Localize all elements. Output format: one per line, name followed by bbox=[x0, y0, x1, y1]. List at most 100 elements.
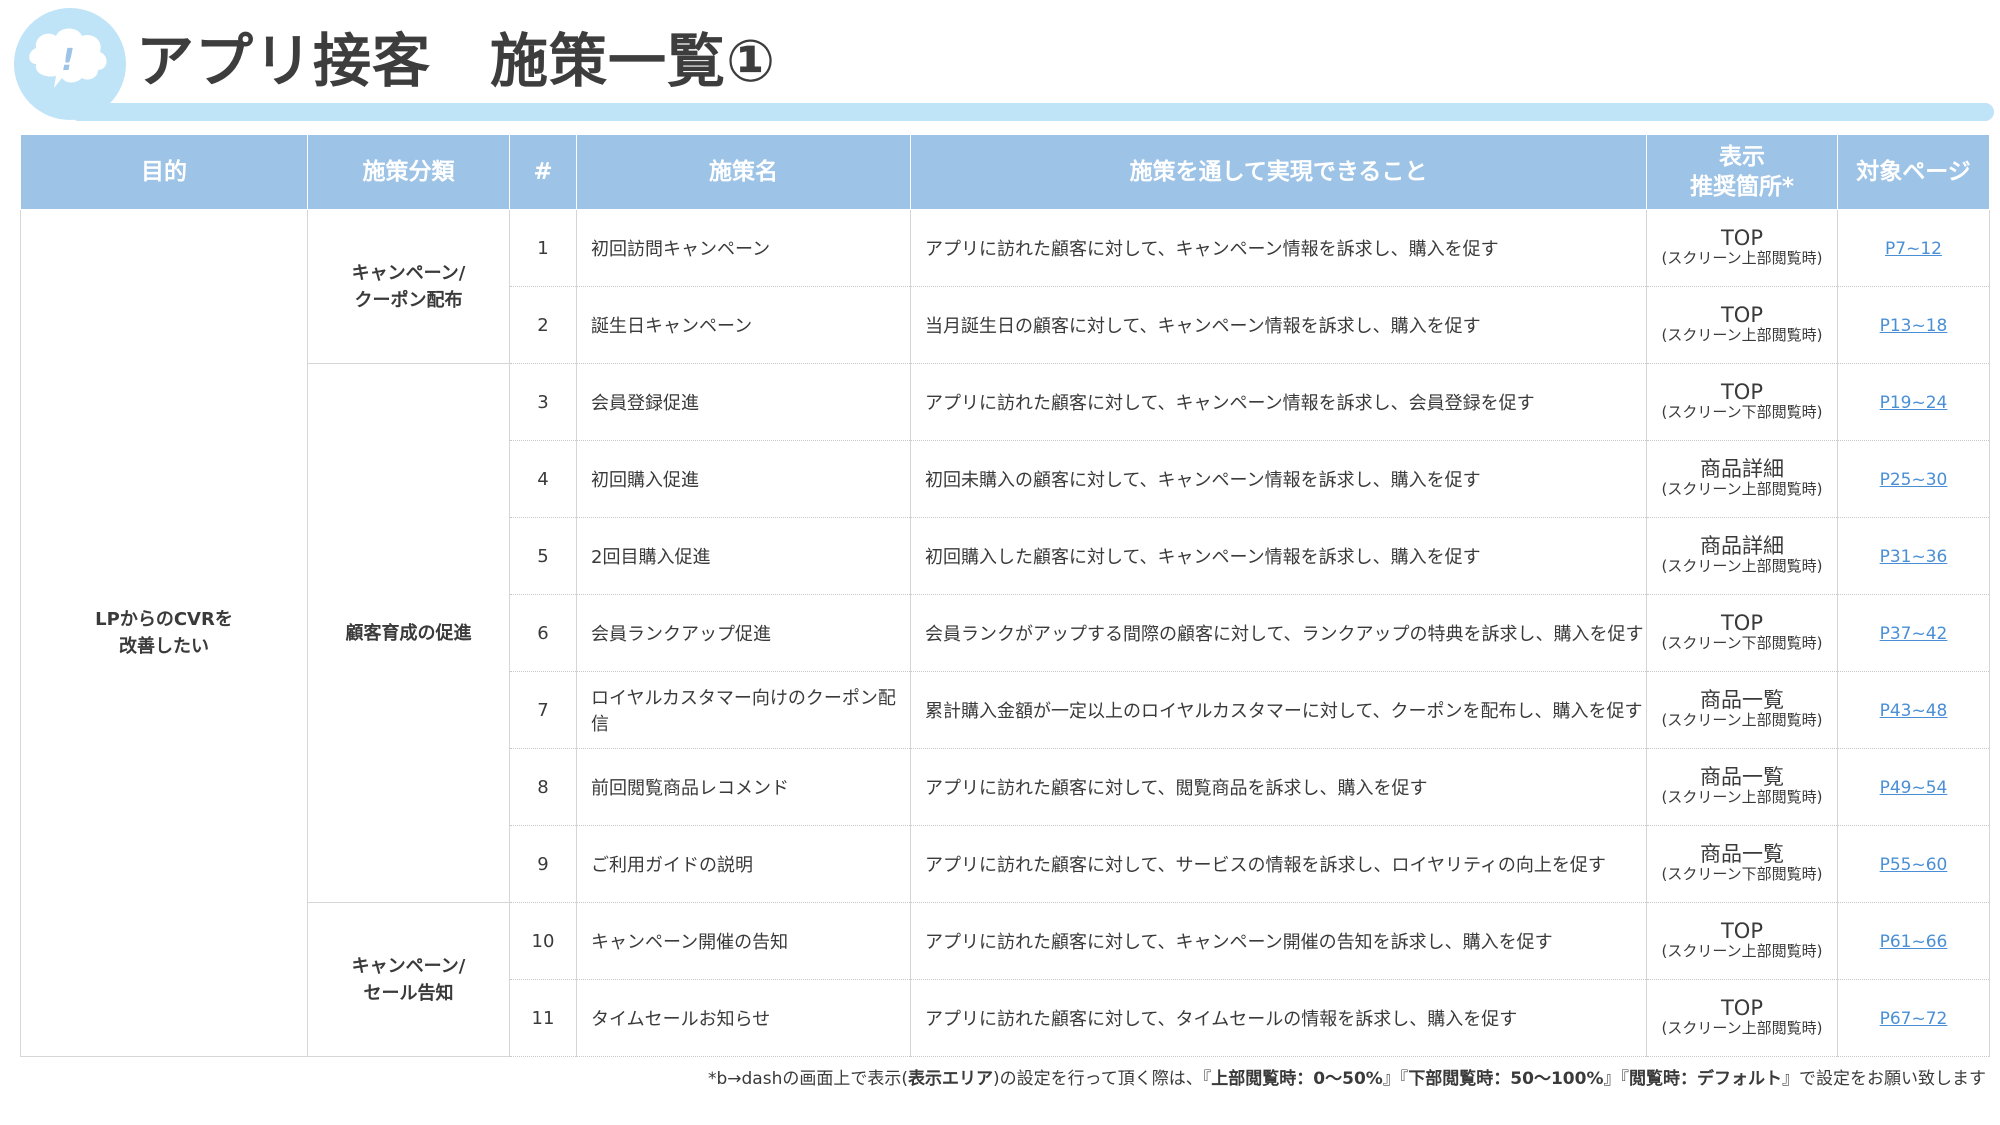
location-main: 商品一覧 bbox=[1700, 842, 1784, 866]
target-page-link[interactable]: P67~72 bbox=[1880, 1009, 1948, 1029]
header-category: 施策分類 bbox=[307, 134, 510, 210]
footnote-bold: 表示エリア bbox=[907, 1069, 993, 1089]
location-main: TOP bbox=[1720, 226, 1764, 250]
location-sub: (スクリーン上部閲覧時) bbox=[1661, 557, 1823, 575]
measure-name: 会員ランクアップ促進 bbox=[576, 594, 911, 672]
table-body: LPからのCVRを 改善したい キャンペーン/ クーポン配布 1 初回訪問キャンペーン… bbox=[20, 209, 1990, 1057]
category-cell: キャンペーン/ クーポン配布 bbox=[307, 209, 510, 364]
recommended-location: TOP (スクリーン上部閲覧時) bbox=[1646, 902, 1838, 980]
recommended-location: TOP (スクリーン上部閲覧時) bbox=[1646, 286, 1838, 364]
row-number: 6 bbox=[509, 594, 577, 672]
category-cell: 顧客育成の促進 bbox=[307, 363, 510, 903]
measure-name: キャンペーン開催の告知 bbox=[576, 902, 911, 980]
purpose-cell: LPからのCVRを 改善したい bbox=[20, 209, 308, 1057]
target-page-cell: P31~36 bbox=[1837, 517, 1990, 595]
header-description: 施策を通して実現できること bbox=[910, 134, 1647, 210]
row-number: 8 bbox=[509, 748, 577, 826]
target-page-link[interactable]: P31~36 bbox=[1880, 547, 1948, 567]
recommended-location: 商品一覧 (スクリーン下部閲覧時) bbox=[1646, 825, 1838, 903]
measure-name: タイムセールお知らせ bbox=[576, 979, 911, 1057]
location-main: 商品一覧 bbox=[1700, 688, 1784, 712]
measure-name: 2回目購入促進 bbox=[576, 517, 911, 595]
measure-name: ご利用ガイドの説明 bbox=[576, 825, 911, 903]
measure-description: 累計購入金額が一定以上のロイヤルカスタマーに対して、クーポンを配布し、購入を促す bbox=[910, 671, 1647, 749]
target-page-link[interactable]: P61~66 bbox=[1880, 932, 1948, 952]
page-header: ! アプリ接客 施策一覧① bbox=[0, 0, 2000, 125]
footnote-text: )の設定を行って頂く際は、『 bbox=[992, 1069, 1212, 1089]
measure-name: 会員登録促進 bbox=[576, 363, 911, 441]
footnote: *b→dashの画面上で表示(表示エリア)の設定を行って頂く際は、『上部閲覧時：… bbox=[708, 1064, 1986, 1089]
target-page-cell: P13~18 bbox=[1837, 286, 1990, 364]
location-main: TOP bbox=[1720, 303, 1764, 327]
target-page-link[interactable]: P19~24 bbox=[1880, 393, 1948, 413]
measure-name: 前回閲覧商品レコメンド bbox=[576, 748, 911, 826]
measure-description: アプリに訪れた顧客に対して、キャンペーン情報を訴求し、会員登録を促す bbox=[910, 363, 1647, 441]
row-number: 7 bbox=[509, 671, 577, 749]
recommended-location: TOP (スクリーン下部閲覧時) bbox=[1646, 363, 1838, 441]
recommended-location: 商品詳細 (スクリーン上部閲覧時) bbox=[1646, 440, 1838, 518]
row-number: 11 bbox=[509, 979, 577, 1057]
page-title: アプリ接客 施策一覧① bbox=[136, 27, 777, 95]
location-sub: (スクリーン上部閲覧時) bbox=[1661, 942, 1823, 960]
recommended-location: TOP (スクリーン上部閲覧時) bbox=[1646, 209, 1838, 287]
location-sub: (スクリーン上部閲覧時) bbox=[1661, 711, 1823, 729]
measure-description: アプリに訪れた顧客に対して、キャンペーン情報を訴求し、購入を促す bbox=[910, 209, 1647, 287]
measure-description: アプリに訪れた顧客に対して、タイムセールの情報を訴求し、購入を促す bbox=[910, 979, 1647, 1057]
table-row: LPからのCVRを 改善したい キャンペーン/ クーポン配布 1 初回訪問キャンペーン… bbox=[20, 209, 1990, 1057]
measure-name: 初回購入促進 bbox=[576, 440, 911, 518]
location-main: TOP bbox=[1720, 919, 1764, 943]
target-page-cell: P7~12 bbox=[1837, 209, 1990, 287]
header-measure-name: 施策名 bbox=[576, 134, 911, 210]
target-page-link[interactable]: P49~54 bbox=[1880, 778, 1948, 798]
target-page-cell: P43~48 bbox=[1837, 671, 1990, 749]
table-header-row: 目的 施策分類 # 施策名 施策を通して実現できること 表示 推奨箇所* 対象ペ… bbox=[20, 134, 1990, 210]
measure-description: 初回購入した顧客に対して、キャンペーン情報を訴求し、購入を促す bbox=[910, 517, 1647, 595]
location-main: TOP bbox=[1720, 996, 1764, 1020]
target-page-cell: P55~60 bbox=[1837, 825, 1990, 903]
measure-name: ロイヤルカスタマー向けのクーポン配信 bbox=[576, 671, 911, 749]
measure-description: アプリに訪れた顧客に対して、サービスの情報を訴求し、ロイヤリティの向上を促す bbox=[910, 825, 1647, 903]
target-page-link[interactable]: P37~42 bbox=[1880, 624, 1948, 644]
table-row: キャンペーン/ セール告知 10 キャンペーン開催の告知 アプリに訪れた顧客に対して、… bbox=[21, 902, 1990, 1057]
row-number: 4 bbox=[509, 440, 577, 518]
category-cell: キャンペーン/ セール告知 bbox=[307, 902, 510, 1057]
svg-text:!: ! bbox=[61, 43, 75, 78]
target-page-link[interactable]: P43~48 bbox=[1880, 701, 1948, 721]
location-sub: (スクリーン下部閲覧時) bbox=[1661, 634, 1823, 652]
measure-description: アプリに訪れた顧客に対して、キャンペーン開催の告知を訴求し、購入を促す bbox=[910, 902, 1647, 980]
footnote-bold: 閲覧時：デフォルト bbox=[1629, 1069, 1782, 1089]
footnote-text: 』『 bbox=[1382, 1069, 1409, 1089]
target-page-link[interactable]: P13~18 bbox=[1880, 316, 1948, 336]
measures-table: 目的 施策分類 # 施策名 施策を通して実現できること 表示 推奨箇所* 対象ペ… bbox=[20, 134, 1990, 1057]
footnote-text: 』で設定をお願い致します bbox=[1782, 1069, 1986, 1089]
recommended-location: TOP (スクリーン下部閲覧時) bbox=[1646, 594, 1838, 672]
row-number: 1 bbox=[509, 209, 577, 287]
row-number: 10 bbox=[509, 902, 577, 980]
location-sub: (スクリーン上部閲覧時) bbox=[1661, 1019, 1823, 1037]
target-page-link[interactable]: P55~60 bbox=[1880, 855, 1948, 875]
row-number: 2 bbox=[509, 286, 577, 364]
header-purpose: 目的 bbox=[20, 134, 308, 210]
measure-description: 当月誕生日の顧客に対して、キャンペーン情報を訴求し、購入を促す bbox=[910, 286, 1647, 364]
header-number: # bbox=[509, 134, 577, 210]
footnote-text: 』『 bbox=[1603, 1069, 1630, 1089]
row-number: 3 bbox=[509, 363, 577, 441]
row-number: 9 bbox=[509, 825, 577, 903]
recommended-location: 商品一覧 (スクリーン上部閲覧時) bbox=[1646, 748, 1838, 826]
location-sub: (スクリーン上部閲覧時) bbox=[1661, 788, 1823, 806]
location-main: TOP bbox=[1720, 611, 1764, 635]
measure-description: アプリに訪れた顧客に対して、閲覧商品を訴求し、購入を促す bbox=[910, 748, 1647, 826]
target-page-cell: P19~24 bbox=[1837, 363, 1990, 441]
location-main: 商品詳細 bbox=[1700, 457, 1784, 481]
recommended-location: TOP (スクリーン上部閲覧時) bbox=[1646, 979, 1838, 1057]
target-page-link[interactable]: P7~12 bbox=[1885, 239, 1942, 259]
target-page-cell: P61~66 bbox=[1837, 902, 1990, 980]
measure-name: 初回訪問キャンペーン bbox=[576, 209, 911, 287]
target-page-cell: P49~54 bbox=[1837, 748, 1990, 826]
table-row: 顧客育成の促進 3 会員登録促進 アプリに訪れた顧客に対して、キャンペーン情報を訴求し… bbox=[21, 363, 1990, 903]
target-page-link[interactable]: P25~30 bbox=[1880, 470, 1948, 490]
target-page-cell: P37~42 bbox=[1837, 594, 1990, 672]
footnote-bold: 上部閲覧時：0～50% bbox=[1211, 1069, 1383, 1089]
location-main: 商品一覧 bbox=[1700, 765, 1784, 789]
title-underline-bar bbox=[70, 103, 1994, 121]
